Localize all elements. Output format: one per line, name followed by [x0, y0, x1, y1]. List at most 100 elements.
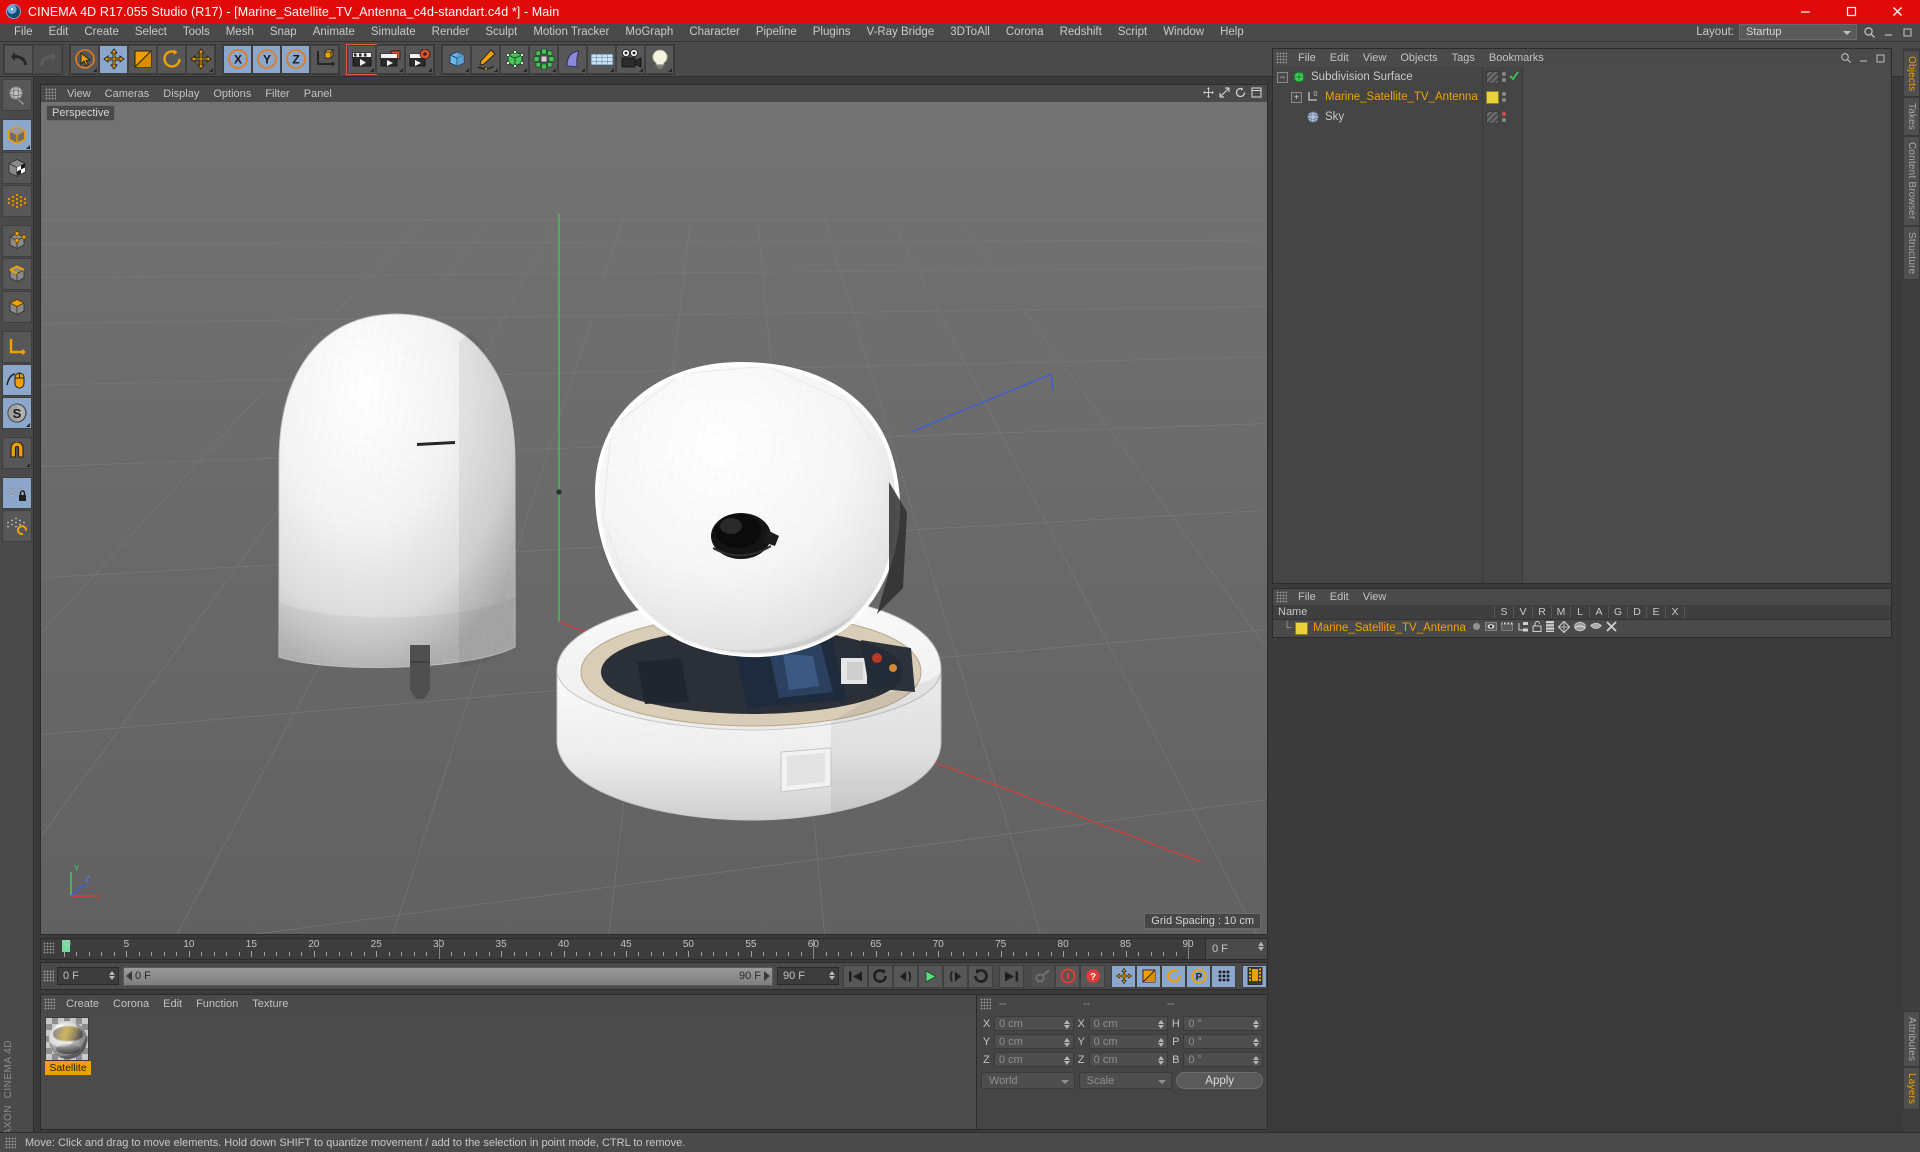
column-header-r[interactable]: R: [1533, 606, 1552, 618]
panel-restore-icon[interactable]: [1900, 25, 1914, 39]
viewport-menu-view[interactable]: View: [60, 87, 98, 101]
size-y-input[interactable]: 0 cm: [1088, 1034, 1169, 1049]
material-item-satellite[interactable]: Satellite: [45, 1017, 91, 1075]
panel-minimize-icon[interactable]: [1856, 51, 1870, 65]
keyframe-selection-button[interactable]: ?: [1080, 964, 1105, 988]
rotation-key-toggle[interactable]: [1161, 964, 1186, 988]
start-frame-field[interactable]: 0 F: [57, 967, 119, 985]
tag-manager-menu-view[interactable]: View: [1356, 590, 1394, 604]
panel-grip-icon[interactable]: [45, 87, 56, 100]
visibility-eye-icon[interactable]: [1485, 622, 1497, 634]
spinner-icon[interactable]: [1158, 1038, 1165, 1047]
object-row-sky[interactable]: Sky: [1273, 107, 1482, 127]
material-menu-edit[interactable]: Edit: [156, 997, 189, 1011]
lock-x-axis-button[interactable]: X: [223, 44, 252, 74]
vtab-takes[interactable]: Takes: [1903, 97, 1920, 137]
tag-stripe-icon[interactable]: [1486, 70, 1499, 84]
close-button[interactable]: [1874, 0, 1920, 23]
add-array-button[interactable]: [529, 44, 558, 74]
range-end-handle-icon[interactable]: [764, 971, 770, 981]
edges-mode-button[interactable]: [1, 258, 32, 290]
expander-icon[interactable]: −: [1277, 71, 1288, 83]
menu-file[interactable]: File: [6, 24, 41, 40]
layers-icon[interactable]: [1545, 621, 1554, 635]
object-axis-mode-button[interactable]: [1, 331, 32, 363]
material-tag-icon[interactable]: [1486, 90, 1499, 104]
panel-grip-icon[interactable]: [1276, 52, 1287, 64]
position-x-input[interactable]: 0 cm: [994, 1016, 1074, 1031]
render-settings-button[interactable]: [405, 44, 434, 74]
material-list[interactable]: Satellite: [41, 1013, 991, 1129]
menu-help[interactable]: Help: [1212, 24, 1252, 40]
minimize-button[interactable]: [1782, 0, 1828, 23]
current-frame-field[interactable]: 0 F: [1205, 939, 1267, 959]
material-menu-corona[interactable]: Corona: [106, 997, 156, 1011]
spinner-icon[interactable]: [1158, 1056, 1165, 1065]
vtab-objects[interactable]: Objects: [1903, 50, 1920, 98]
lock-y-axis-button[interactable]: Y: [252, 44, 281, 74]
menu-window[interactable]: Window: [1155, 24, 1212, 40]
menu-simulate[interactable]: Simulate: [363, 24, 424, 40]
step-back-button[interactable]: [893, 964, 918, 988]
panel-grip-icon[interactable]: [980, 998, 991, 1010]
maximize-button[interactable]: [1828, 0, 1874, 23]
scale-view-icon[interactable]: [1218, 86, 1231, 99]
add-light-button[interactable]: [645, 44, 674, 74]
size-z-input[interactable]: 0 cm: [1088, 1052, 1169, 1067]
visibility-dots[interactable]: [1502, 92, 1506, 102]
column-header-l[interactable]: L: [1571, 606, 1590, 618]
panel-minimize-icon[interactable]: [1881, 25, 1895, 39]
search-icon[interactable]: [1839, 51, 1853, 65]
vtab-attributes[interactable]: Attributes: [1903, 1010, 1920, 1067]
column-header-s[interactable]: S: [1495, 606, 1514, 618]
lock-z-axis-button[interactable]: Z: [281, 44, 310, 74]
rotate-view-icon[interactable]: [1234, 86, 1247, 99]
move-tool-alt[interactable]: [186, 44, 215, 74]
panel-restore-icon[interactable]: [1873, 51, 1887, 65]
column-header-e[interactable]: E: [1647, 606, 1666, 618]
range-start-handle-icon[interactable]: [126, 971, 132, 981]
menu-script[interactable]: Script: [1110, 24, 1155, 40]
rotation-p-input[interactable]: 0 °: [1183, 1034, 1264, 1049]
deformed-points-mode-button[interactable]: [1, 185, 32, 217]
panel-grip-icon[interactable]: [5, 1136, 16, 1149]
menu-mograph[interactable]: MoGraph: [617, 24, 681, 40]
perspective-viewport[interactable]: Perspective Grid Spacing : 10 cm Y X Z: [41, 102, 1267, 934]
vtab-structure[interactable]: Structure: [1903, 225, 1920, 281]
apply-button[interactable]: Apply: [1176, 1072, 1264, 1089]
add-environment-button[interactable]: [587, 44, 616, 74]
scale-key-toggle[interactable]: [1136, 964, 1161, 988]
texture-mode-button[interactable]: [1, 152, 32, 184]
vtab-content-browser[interactable]: Content Browser: [1903, 136, 1920, 226]
spinner-icon[interactable]: [1063, 1038, 1070, 1047]
panel-grip-icon[interactable]: [1276, 591, 1287, 603]
menu-3dtoall[interactable]: 3DToAll: [942, 24, 998, 40]
scale-tool[interactable]: [128, 44, 157, 74]
model-mode-button[interactable]: [1, 119, 32, 151]
menu-plugins[interactable]: Plugins: [805, 24, 859, 40]
layout-select[interactable]: Startup: [1739, 24, 1857, 40]
spinner-icon[interactable]: [1063, 1020, 1070, 1029]
object-manager-menu-edit[interactable]: Edit: [1323, 51, 1356, 65]
point-level-animation-toggle[interactable]: [1211, 964, 1236, 988]
menu-animate[interactable]: Animate: [305, 24, 363, 40]
viewport-menu-display[interactable]: Display: [156, 87, 206, 101]
spinner-icon[interactable]: [1253, 1038, 1260, 1047]
menu-select[interactable]: Select: [127, 24, 175, 40]
viewport-menu-cameras[interactable]: Cameras: [98, 87, 157, 101]
spinner-icon[interactable]: [1253, 1056, 1260, 1065]
menu-mesh[interactable]: Mesh: [218, 24, 262, 40]
move-tool[interactable]: [99, 44, 128, 74]
undo-button[interactable]: [4, 44, 33, 74]
spinner-icon[interactable]: [1258, 942, 1264, 951]
coordinate-system-select[interactable]: World: [981, 1072, 1075, 1089]
world-object-coordinate-button[interactable]: [310, 44, 339, 74]
add-cube-object-button[interactable]: [442, 44, 471, 74]
column-header-g[interactable]: G: [1609, 606, 1628, 618]
live-selection-tool[interactable]: [70, 44, 99, 74]
tag-manager-row[interactable]: └ Marine_Satellite_TV_Antenna: [1273, 620, 1891, 636]
column-header-a[interactable]: A: [1590, 606, 1609, 618]
tag-row[interactable]: [1483, 87, 1522, 107]
menu-pipeline[interactable]: Pipeline: [748, 24, 805, 40]
material-menu-texture[interactable]: Texture: [245, 997, 295, 1011]
